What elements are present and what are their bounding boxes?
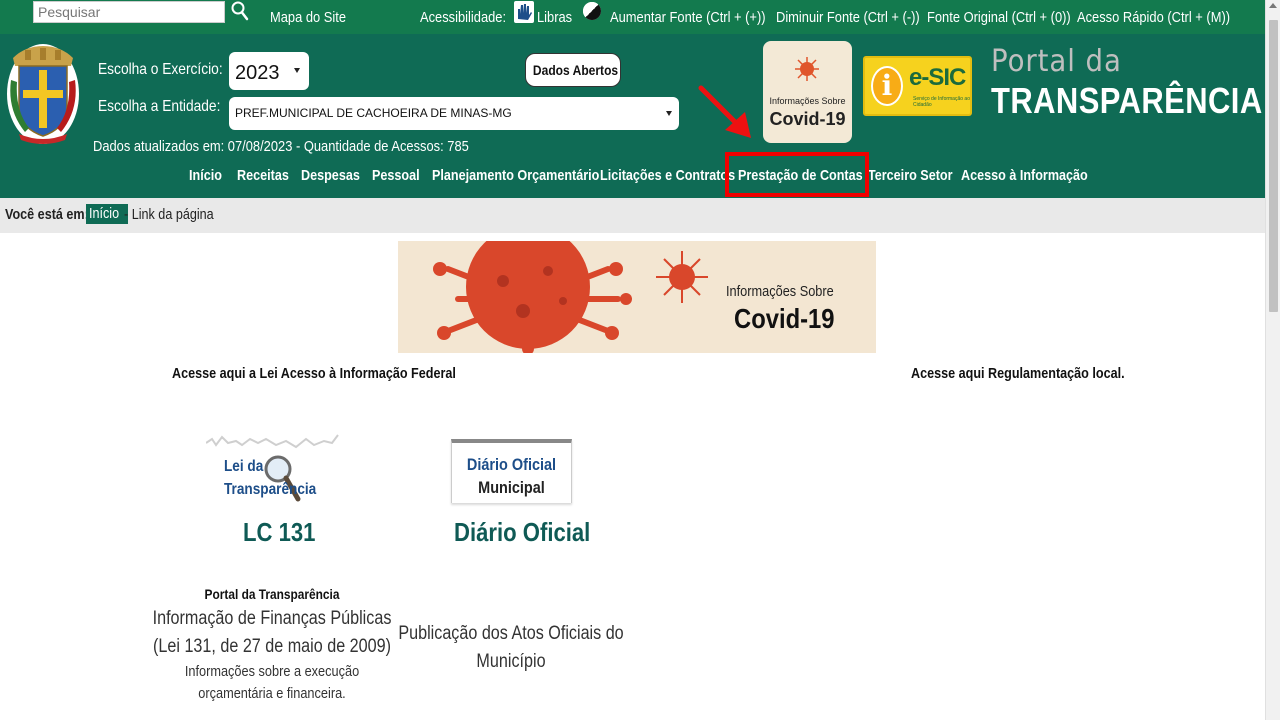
nav-planejamento[interactable]: Planejamento Orçamentário bbox=[432, 167, 599, 184]
lc131-desc-line1: Informação de Finanças Públicas bbox=[152, 608, 392, 629]
original-font-link[interactable]: Fonte Original (Ctrl + (0)) bbox=[927, 9, 1071, 26]
breadcrumb-home-link[interactable]: Início bbox=[86, 204, 128, 224]
scroll-up-icon[interactable] bbox=[1269, 3, 1277, 8]
covid-card-big: Covid-19 bbox=[769, 109, 846, 129]
libras-hands-icon[interactable] bbox=[514, 1, 534, 23]
info-icon: i bbox=[871, 66, 903, 106]
vertical-scrollbar[interactable] bbox=[1265, 0, 1280, 720]
banner-big-text: Covid-19 bbox=[734, 303, 835, 334]
exercise-value: 2023 bbox=[235, 62, 280, 84]
lc131-desc-title: Portal da Transparência bbox=[204, 586, 340, 602]
increase-font-link[interactable]: Aumentar Fonte (Ctrl + (+)) bbox=[610, 9, 766, 26]
federal-law-link[interactable]: Acesse aqui a Lei Acesso à Informação Fe… bbox=[172, 365, 456, 382]
chevron-down-icon bbox=[666, 111, 672, 116]
covid-banner[interactable]: Informações Sobre Covid-19 bbox=[398, 241, 876, 353]
search-input[interactable] bbox=[33, 1, 225, 23]
libras-link[interactable]: Libras bbox=[537, 9, 572, 26]
esic-logo[interactable]: i e-SIC Serviço de Informação ao Cidadão bbox=[863, 56, 972, 116]
breadcrumb-label: Você está em: bbox=[5, 206, 89, 223]
local-regulation-link[interactable]: Acesse aqui Regulamentação local. bbox=[911, 365, 1125, 382]
lei-logo-line2: Transparência bbox=[224, 481, 317, 498]
diario-logo-line2: Municipal bbox=[478, 478, 545, 497]
diario-desc-line2: Município bbox=[476, 651, 546, 672]
lc131-desc-line3: Informações sobre a execução bbox=[184, 663, 360, 680]
lc131-desc-line2: (Lei 131, de 27 de maio de 2009) bbox=[153, 636, 391, 657]
nav-terceiro-setor[interactable]: Terceiro Setor bbox=[868, 167, 952, 184]
nav-receitas[interactable]: Receitas bbox=[237, 167, 289, 184]
diario-oficial-title[interactable]: Diário Oficial bbox=[454, 517, 590, 548]
highlight-box bbox=[725, 152, 869, 197]
nav-pessoal[interactable]: Pessoal bbox=[372, 167, 420, 184]
scroll-thumb[interactable] bbox=[1269, 20, 1278, 312]
open-data-button[interactable]: Dados Abertos bbox=[525, 53, 621, 87]
entity-value: PREF.MUNICIPAL DE CACHOEIRA DE MINAS-MG bbox=[235, 106, 512, 120]
portal-title-big: TRANSPARÊNCIA bbox=[991, 80, 1263, 121]
diario-desc-line1: Publicação dos Atos Oficiais do bbox=[398, 623, 624, 644]
virus-icon bbox=[795, 57, 819, 81]
contrast-icon[interactable] bbox=[583, 2, 601, 20]
covid-card[interactable]: Informações Sobre Covid-19 bbox=[763, 41, 852, 143]
nav-despesas[interactable]: Despesas bbox=[301, 167, 360, 184]
accessibility-label: Acessibilidade: bbox=[420, 9, 507, 26]
site-map-link[interactable]: Mapa do Site bbox=[270, 9, 346, 26]
lei-transparencia-logo[interactable]: Lei da Transparência bbox=[206, 433, 340, 507]
esic-subtitle: Serviço de Informação ao Cidadão bbox=[913, 96, 970, 108]
exercise-select[interactable]: 2023 bbox=[229, 52, 309, 90]
nav-licitacoes[interactable]: Licitações e Contratos bbox=[600, 167, 735, 184]
nav-acesso-informacao[interactable]: Acesso à Informação bbox=[961, 167, 1088, 184]
quick-access-link[interactable]: Acesso Rápido (Ctrl + (M)) bbox=[1077, 9, 1230, 26]
updated-info: Dados atualizados em: 07/08/2023 - Quant… bbox=[93, 138, 469, 155]
entity-select[interactable]: PREF.MUNICIPAL DE CACHOEIRA DE MINAS-MG bbox=[229, 97, 679, 130]
esic-title: e-SIC bbox=[909, 64, 966, 91]
top-bar: Mapa do Site Acessibilidade: Libras Aume… bbox=[0, 0, 1265, 34]
lc131-desc-line4: orçamentária e financeira. bbox=[198, 685, 346, 702]
breadcrumb: Você está em: Início - Link da página bbox=[0, 198, 1265, 233]
banner-small-text: Informações Sobre bbox=[726, 283, 834, 300]
entity-label: Escolha a Entidade: bbox=[98, 98, 221, 115]
portal-title: Portal da bbox=[991, 44, 1122, 79]
search-icon[interactable] bbox=[230, 0, 250, 22]
covid-card-small: Informações Sobre bbox=[769, 96, 846, 106]
red-arrow-icon bbox=[698, 85, 751, 138]
header: Escolha o Exercício: 2023 Escolha a Enti… bbox=[0, 34, 1265, 198]
lc131-title[interactable]: LC 131 bbox=[243, 517, 315, 548]
decrease-font-link[interactable]: Diminuir Fonte (Ctrl + (-)) bbox=[776, 9, 920, 26]
chevron-down-icon bbox=[294, 68, 300, 73]
lei-logo-line1: Lei da bbox=[224, 458, 264, 475]
municipal-crest-icon[interactable] bbox=[5, 40, 81, 146]
diario-logo-line1: Diário Oficial bbox=[466, 455, 557, 474]
breadcrumb-rest: - Link da página bbox=[124, 206, 214, 223]
exercise-label: Escolha o Exercício: bbox=[98, 61, 223, 78]
page: Mapa do Site Acessibilidade: Libras Aume… bbox=[0, 0, 1265, 720]
diario-oficial-logo[interactable]: Diário Oficial Municipal bbox=[451, 439, 572, 503]
nav-inicio[interactable]: Início bbox=[189, 167, 222, 184]
